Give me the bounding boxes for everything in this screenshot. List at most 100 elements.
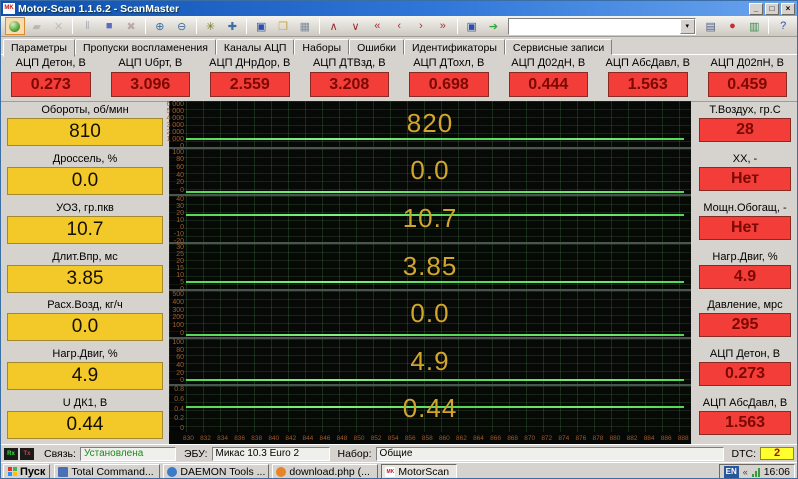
zoom-in-button[interactable]: ⊕ (150, 17, 170, 35)
x-tick-label: 868 (507, 434, 519, 442)
y-tick-label: 0 (180, 224, 184, 232)
adc-param-value: 1.563 (608, 72, 688, 97)
tab-2[interactable]: Каналы АЦП (215, 39, 295, 55)
add-button[interactable]: ✚ (222, 17, 242, 35)
graph-strip: 0.8 0.6 0.4 0.2 0 0.44 (169, 386, 691, 433)
y-tick-label: 2 000 (166, 129, 184, 136)
title-bar: MK Motor-Scan 1.1.6.2 - ScanMaster _ □ × (1, 1, 797, 16)
status-param-cell: АЦП Детон, В 0.273 (691, 346, 797, 395)
tab-parameters-active[interactable]: Параметры (3, 39, 75, 57)
adc-param-value: 3.096 (110, 72, 190, 97)
close-button[interactable]: × (781, 2, 795, 15)
status-param-label: ХХ, - (732, 152, 758, 165)
tab-3[interactable]: Наборы (294, 39, 350, 55)
y-tick-label: 0.4 (174, 405, 184, 413)
taskbar-button-label: DAEMON Tools ... (180, 465, 266, 478)
taskbar-button[interactable]: download.php (... (272, 464, 379, 478)
taskbar-button[interactable]: Total Command... (54, 464, 161, 478)
abort-button[interactable]: ✖ (121, 17, 141, 35)
next-button[interactable]: › (411, 17, 431, 35)
start-button[interactable]: Пуск (3, 464, 51, 478)
engine-param-value: 0.44 (7, 411, 163, 440)
x-tick-label: 864 (473, 434, 484, 442)
engine-param-label: Нагр.Двиг, % (52, 348, 118, 361)
help-button[interactable]: ? (773, 17, 793, 35)
x-tick-label: 866 (490, 434, 501, 442)
current-value-overlay: 0.0 (410, 297, 450, 328)
x-tick-label: 858 (421, 434, 433, 442)
prev-button[interactable]: ‹ (389, 17, 409, 35)
set-value: Общие (375, 446, 724, 461)
x-tick-label: 844 (302, 434, 314, 442)
graph-strip: 6 000 5 000 4 000 3 000 2 000 1 000 0 820 (166, 101, 691, 150)
disconnect-button[interactable]: ▰ (27, 17, 47, 35)
import-button[interactable]: ➔ (484, 17, 504, 35)
save-button[interactable]: ▣ (251, 17, 271, 35)
graph-strip: 100 80 60 40 20 0 4.9 (169, 338, 691, 387)
taskbar-button[interactable]: MK MotorScan (381, 464, 458, 478)
up-button[interactable]: ∧ (324, 17, 344, 35)
x-tick-label: 872 (541, 434, 553, 442)
tab-6[interactable]: Сервисные записи (504, 39, 613, 55)
status-param-cell: АЦП АбсДавл, В 1.563 (691, 395, 797, 444)
gear-button[interactable]: ✳ (201, 17, 221, 35)
language-indicator[interactable]: EN (723, 465, 739, 478)
y-axis-ticks: 500 400 300 200 100 0 (169, 291, 185, 337)
tab-5[interactable]: Идентификаторы (404, 39, 505, 55)
taskbar-app-icon (276, 466, 287, 477)
oscilloscope-graph[interactable]: 6 000 5 000 4 000 3 000 2 000 1 000 0 820 100 80 6… (166, 101, 691, 444)
log-select-combobox[interactable]: ▾ (508, 17, 696, 35)
tab-1[interactable]: Пропуски воспламенения (74, 39, 216, 55)
taskbar-button[interactable]: DAEMON Tools ... (163, 464, 270, 478)
y-tick-label: 100 (172, 322, 184, 330)
y-tick-label: 20 (176, 179, 184, 187)
log-select-input[interactable] (509, 19, 680, 33)
stop-button[interactable]: ■ (99, 17, 119, 35)
combobox-dropdown-icon[interactable]: ▾ (679, 18, 695, 34)
adc-param-cell: АЦП АбсДавл, В 1.563 (598, 55, 698, 101)
window-save-button[interactable]: ▥ (744, 17, 764, 35)
record-button[interactable]: ● (723, 17, 743, 35)
y-tick-label: 500 (172, 291, 184, 299)
x-tick-label: 854 (387, 434, 399, 442)
start-button-label: Пуск (20, 465, 46, 478)
down-button[interactable]: ∨ (346, 17, 366, 35)
monitor-save-button[interactable]: ▤ (701, 17, 721, 35)
last-button[interactable]: » (433, 17, 453, 35)
toolbar-separator (318, 18, 320, 34)
x-tick-label: 884 (643, 434, 655, 442)
first-button[interactable]: « (367, 17, 387, 35)
y-tick-label: 60 (176, 354, 184, 362)
engine-param-label: Длит.Впр, мс (52, 250, 118, 263)
adc-param-value: 0.444 (508, 72, 588, 97)
adc-param-cell: АЦП Uбрт, В 3.096 (101, 55, 201, 101)
snapshot-button[interactable]: ▦ (295, 17, 315, 35)
link-status-label: Связь: (44, 447, 76, 460)
zoom-out-button[interactable]: ⊖ (172, 17, 192, 35)
y-tick-label: 40 (176, 171, 184, 179)
taskbar-button-label: Total Command... (71, 465, 154, 478)
y-tick-label: 60 (176, 163, 184, 171)
restore-button[interactable]: □ (765, 2, 779, 15)
connect-button[interactable] (5, 17, 25, 35)
engine-param-value: 810 (7, 118, 163, 146)
tab-4[interactable]: Ошибки (349, 39, 405, 55)
signal-trace-line (186, 281, 684, 284)
taskbar-app-icon (167, 466, 178, 477)
tray-chevrons-icon[interactable]: « (743, 467, 748, 477)
y-tick-label: 15 (176, 264, 184, 272)
open-folder-button[interactable]: ❒ (273, 17, 293, 35)
status-param-value: 295 (699, 313, 791, 338)
y-tick-label: 40 (176, 196, 184, 204)
engine-param-value: 4.9 (7, 362, 163, 391)
y-tick-label: 0 (180, 377, 184, 385)
dtc-count-badge: 2 (760, 447, 794, 460)
save-log-button[interactable]: ▣ (462, 17, 482, 35)
pause-button[interactable]: ‖ (77, 17, 97, 35)
minimize-button[interactable]: _ (749, 2, 763, 15)
tab-bar: Параметры Пропуски воспламенения Каналы АЦ… (1, 37, 797, 57)
adc-param-label: АЦП ДТВзд, В (312, 57, 386, 69)
x-tick-label: 856 (404, 434, 416, 442)
setup-button[interactable]: ✕ (49, 17, 69, 35)
windows-taskbar: Пуск Total Command... DAEMON Tools ... dow… (1, 462, 797, 478)
